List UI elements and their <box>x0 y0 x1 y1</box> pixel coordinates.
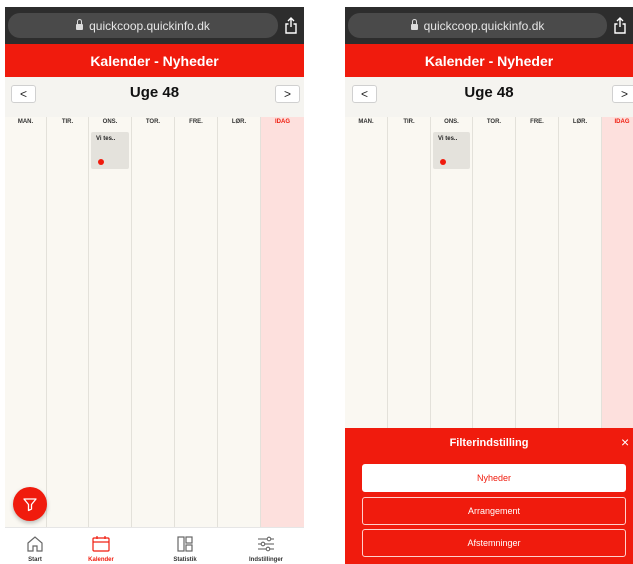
lock-icon <box>410 19 418 30</box>
nav-label: Indstillinger <box>248 557 283 563</box>
next-week-button[interactable]: > <box>275 85 300 103</box>
filter-button[interactable] <box>13 487 47 521</box>
page-title: Kalender - Nyheder <box>345 44 633 77</box>
url-text: quickcoop.quickinfo.dk <box>89 18 210 33</box>
statistics-icon <box>177 536 193 552</box>
day-column-tor[interactable]: TOR. <box>132 117 175 564</box>
nav-item-statistik[interactable]: Statistik <box>155 528 215 564</box>
event-title: Vi tes.. <box>438 136 458 142</box>
day-header: TIR. <box>403 119 415 125</box>
nav-label: Statistik <box>173 557 197 563</box>
nav-item-kalender[interactable]: Kalender <box>71 528 131 564</box>
day-column-fre[interactable]: FRE. <box>175 117 218 564</box>
event-dot-icon <box>440 159 446 165</box>
filter-option-nyheder[interactable]: Nyheder <box>362 464 626 492</box>
day-column-ons[interactable]: ONS. Vi tes.. <box>89 117 132 564</box>
nav-label: Kalender <box>88 557 114 563</box>
week-navigation: < Uge 48 > <box>5 77 304 117</box>
day-column-tir[interactable]: TIR. <box>47 117 89 564</box>
day-header: LØR. <box>231 119 247 125</box>
day-header: FRE. <box>530 119 544 125</box>
url-text: quickcoop.quickinfo.dk <box>423 18 545 33</box>
next-week-button[interactable]: > <box>612 85 633 103</box>
day-header: ONS. <box>102 119 118 125</box>
nav-label: Start <box>28 557 42 563</box>
browser-url-bar: quickcoop.quickinfo.dk <box>5 7 304 44</box>
filter-option-arrangement[interactable]: Arrangement <box>362 497 626 525</box>
calendar-event[interactable]: Vi tes.. <box>433 132 470 169</box>
calendar-grid: MAN. TIR. ONS. Vi tes.. TOR. FRE. LØR. I… <box>5 117 304 564</box>
phone-screen-filter: quickcoop.quickinfo.dk Kalender - Nyhede… <box>345 7 633 564</box>
day-header-today: IDAG <box>275 119 290 125</box>
filter-icon <box>23 498 37 512</box>
event-title: Vi tes.. <box>96 136 116 142</box>
calendar-icon <box>92 536 110 552</box>
browser-url-bar: quickcoop.quickinfo.dk <box>345 7 633 44</box>
nav-item-indstillinger[interactable]: Indstillinger <box>236 528 296 564</box>
url-field[interactable]: quickcoop.quickinfo.dk <box>8 13 278 38</box>
share-icon[interactable] <box>284 17 298 34</box>
filter-option-afstemninger[interactable]: Afstemninger <box>362 529 626 557</box>
sliders-icon <box>258 536 274 552</box>
day-header: ONS. <box>444 119 459 125</box>
week-label: Uge 48 <box>464 84 514 101</box>
share-icon[interactable] <box>613 17 627 34</box>
nav-item-start[interactable]: Start <box>5 528 65 564</box>
day-header: MAN. <box>358 119 374 125</box>
page-title: Kalender - Nyheder <box>5 44 304 77</box>
week-navigation: < Uge 48 > <box>345 77 633 117</box>
filter-panel: Filterindstilling × Nyheder Arrangement … <box>345 428 633 564</box>
day-column-lor[interactable]: LØR. <box>218 117 261 564</box>
day-header: TIR. <box>61 119 74 125</box>
event-dot-icon <box>98 159 104 165</box>
close-icon[interactable]: × <box>621 434 633 450</box>
day-header: MAN. <box>17 119 34 125</box>
day-header: TOR. <box>145 119 161 125</box>
filter-title: Filterindstilling <box>449 437 529 449</box>
day-header-today: IDAG <box>614 119 630 125</box>
phone-screen-calendar: quickcoop.quickinfo.dk Kalender - Nyhede… <box>5 7 304 564</box>
day-column-today[interactable]: IDAG <box>261 117 304 564</box>
day-header: TOR. <box>486 119 502 125</box>
home-icon <box>27 536 43 552</box>
bottom-navigation: Start Kalender Statistik Indstillinger <box>5 527 304 564</box>
day-header: FRE. <box>189 119 203 125</box>
week-label: Uge 48 <box>129 84 180 101</box>
calendar-event[interactable]: Vi tes.. <box>91 132 129 169</box>
lock-icon <box>76 19 84 30</box>
url-field[interactable]: quickcoop.quickinfo.dk <box>348 13 607 38</box>
day-header: LØR. <box>572 119 588 125</box>
